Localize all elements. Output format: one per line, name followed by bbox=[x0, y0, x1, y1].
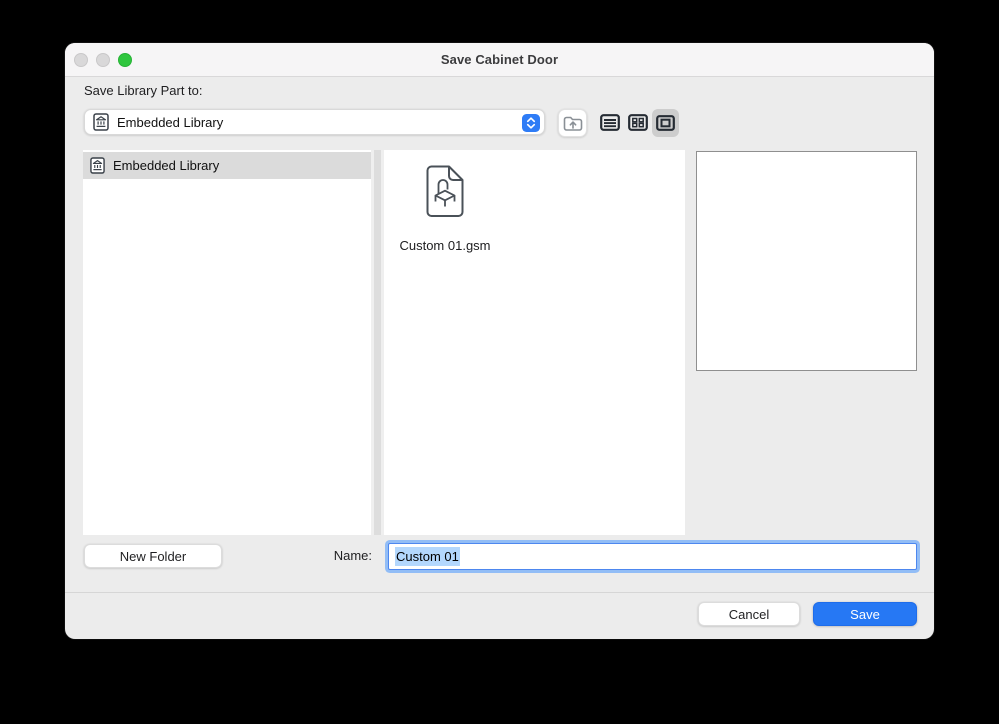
gsm-object-document-icon bbox=[426, 165, 464, 217]
list-view-button[interactable] bbox=[599, 112, 621, 132]
desktop-background: Save Cabinet Door Save Library Part to: … bbox=[0, 0, 999, 724]
preview-pane bbox=[696, 151, 917, 371]
sidebar-item-embedded-library[interactable]: Embedded Library bbox=[83, 152, 371, 179]
save-dialog-window: Save Cabinet Door Save Library Part to: … bbox=[65, 43, 934, 639]
footer-divider bbox=[65, 592, 934, 593]
list-view-icon bbox=[600, 113, 620, 131]
name-input-selected-text: Custom 01 bbox=[395, 547, 460, 566]
popup-chevrons-icon bbox=[522, 114, 540, 132]
cancel-button[interactable]: Cancel bbox=[698, 602, 800, 626]
embedded-library-icon bbox=[90, 157, 105, 174]
destination-value: Embedded Library bbox=[117, 114, 224, 130]
embedded-library-icon bbox=[93, 113, 109, 131]
titlebar: Save Cabinet Door bbox=[65, 43, 934, 77]
destination-label: Save Library Part to: bbox=[84, 83, 203, 98]
file-list-panel: Custom 01.gsm bbox=[384, 150, 685, 535]
name-input[interactable]: Custom 01 bbox=[388, 543, 917, 570]
preview-view-icon bbox=[656, 115, 675, 131]
file-name-label: Custom 01.gsm bbox=[399, 238, 491, 253]
preview-view-button[interactable] bbox=[652, 109, 679, 137]
folder-list-panel: Embedded Library bbox=[83, 150, 371, 535]
new-folder-button[interactable]: New Folder bbox=[84, 544, 222, 568]
scrollbar-groove bbox=[374, 150, 381, 535]
sidebar-item-label: Embedded Library bbox=[113, 158, 220, 173]
parent-folder-button[interactable] bbox=[558, 109, 587, 137]
grid-view-icon bbox=[628, 113, 648, 131]
folder-panel-scrollbar[interactable] bbox=[371, 150, 384, 535]
save-button[interactable]: Save bbox=[813, 602, 917, 626]
destination-dropdown[interactable]: Embedded Library bbox=[84, 109, 545, 135]
name-label: Name: bbox=[333, 548, 372, 563]
file-item-custom-01[interactable]: Custom 01.gsm bbox=[395, 163, 495, 253]
window-title: Save Cabinet Door bbox=[440, 52, 559, 67]
folder-up-icon bbox=[563, 115, 583, 132]
grid-view-button[interactable] bbox=[627, 112, 649, 132]
